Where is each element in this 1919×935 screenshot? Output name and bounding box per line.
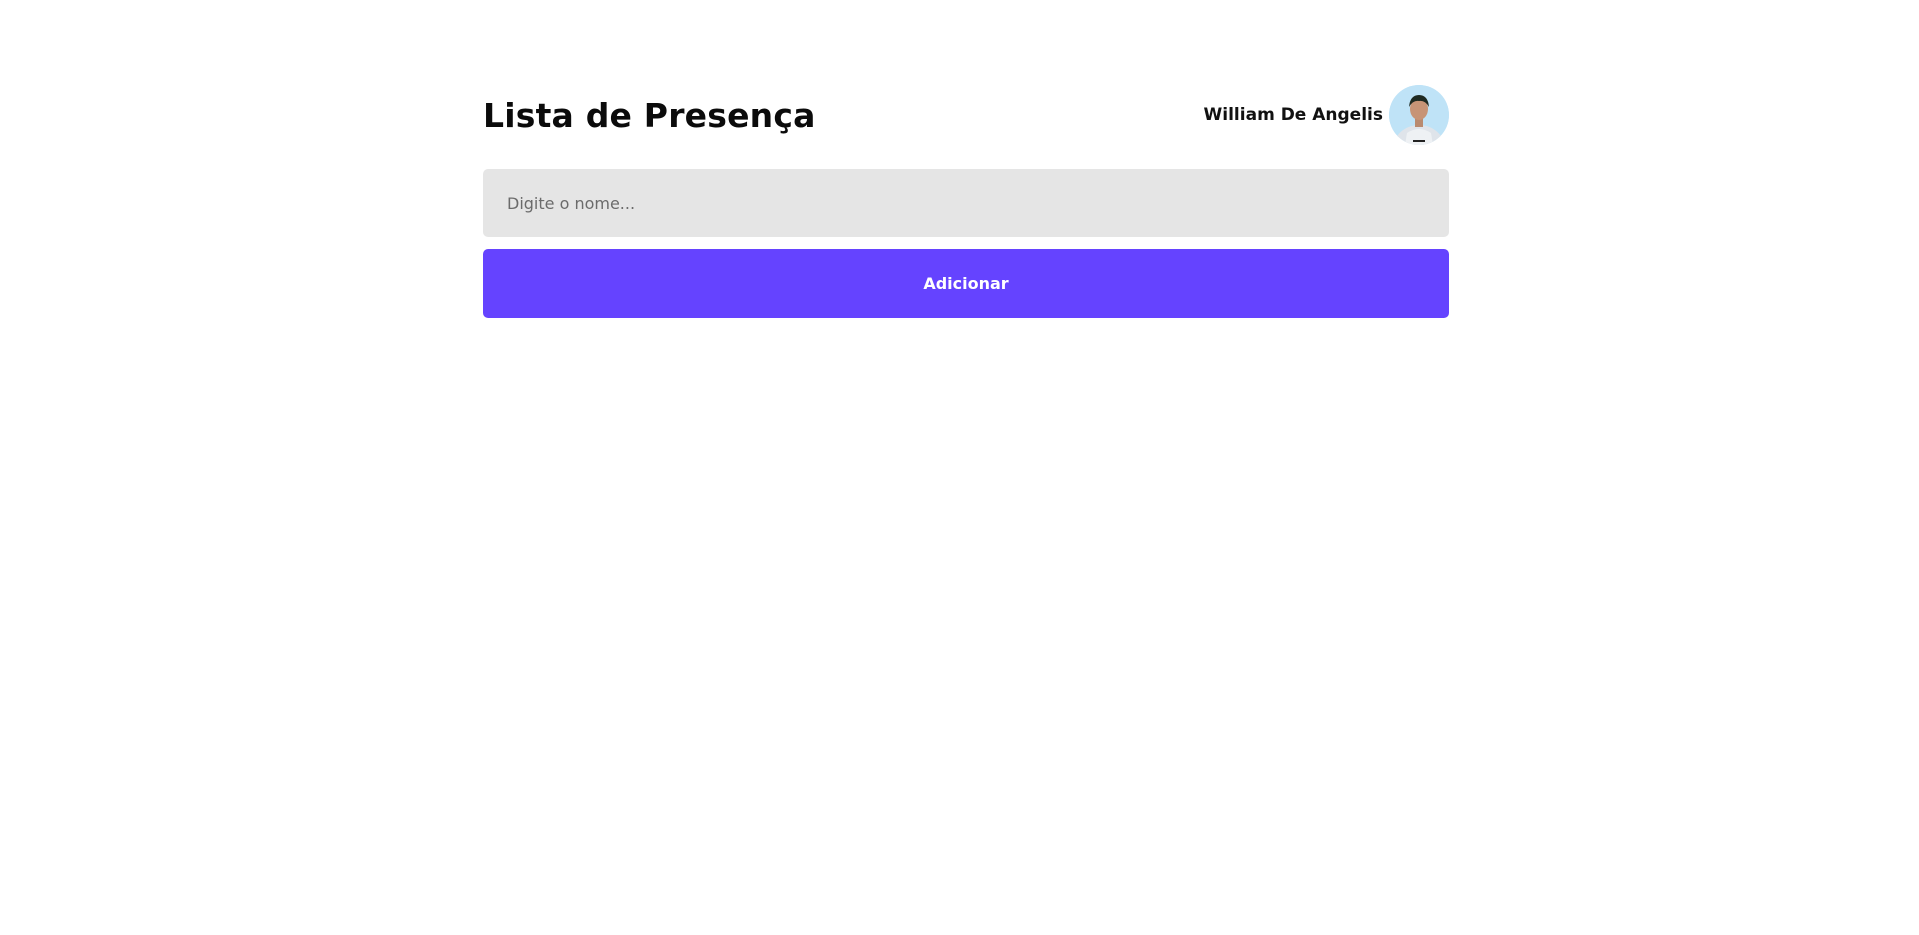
name-input[interactable] (483, 169, 1449, 237)
header: Lista de Presença William De Angelis (483, 84, 1449, 146)
user-name: William De Angelis (1203, 105, 1383, 125)
add-button[interactable]: Adicionar (483, 249, 1449, 318)
avatar (1389, 85, 1449, 145)
user-profile: William De Angelis (1204, 85, 1449, 145)
page-title: Lista de Presença (483, 95, 816, 135)
